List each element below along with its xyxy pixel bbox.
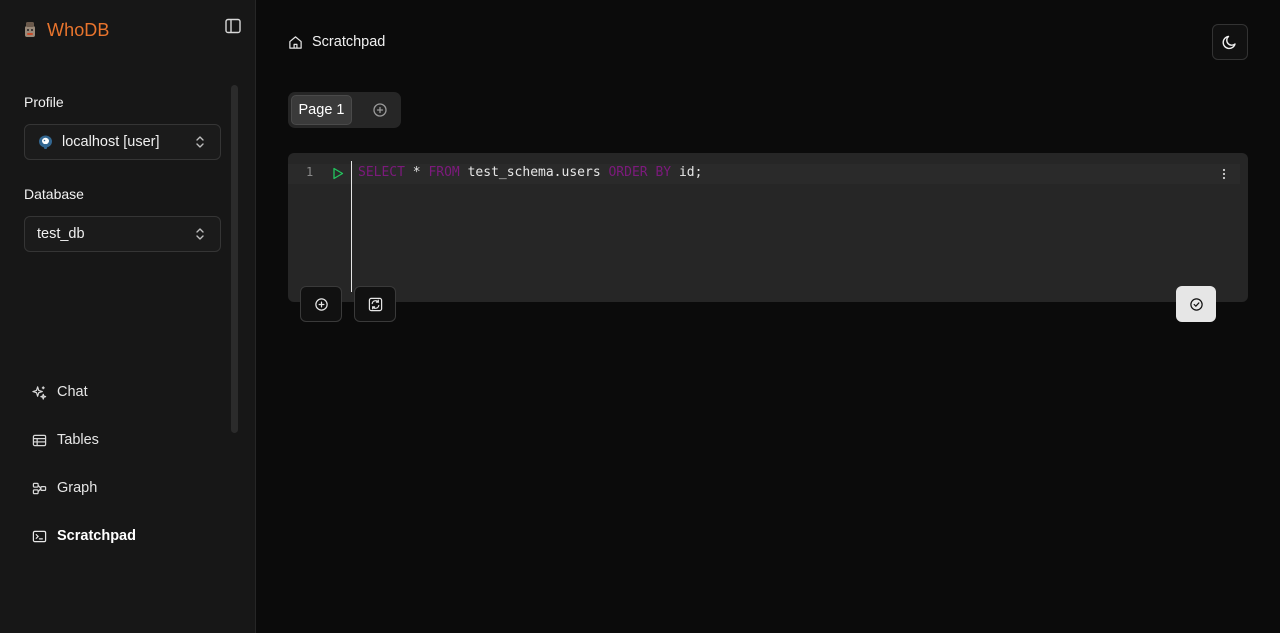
table-icon [32,434,47,446]
sidebar-item-label: Scratchpad [57,528,136,544]
sql-editor[interactable]: 1 SELECT * FROM test_schema.users ORDER … [288,153,1248,302]
breadcrumb-label: Scratchpad [312,34,386,50]
tab-page-1[interactable]: Page 1 [291,95,352,125]
profile-value: localhost [user] [62,134,160,150]
sql-keyword: ORDER BY [608,165,672,180]
home-icon [289,35,302,49]
breadcrumb[interactable]: Scratchpad [288,32,385,52]
theme-toggle-button[interactable] [1212,24,1248,60]
graph-icon [32,482,47,494]
sidebar-item-tables[interactable]: Tables [24,422,234,458]
sparkles-icon [32,385,47,400]
sidebar-item-label: Graph [57,480,98,496]
sidebar-toggle-icon[interactable] [224,17,242,35]
terminal-icon [32,530,47,542]
add-cell-button[interactable] [300,286,342,322]
sidebar-item-label: Chat [57,384,88,400]
postgres-icon [39,135,52,149]
database-label: Database [24,186,84,202]
app-root: WhoDB Profile localhost [user] Database … [0,0,1280,633]
sql-operator: * [412,165,421,180]
whodb-logo-icon [25,22,35,37]
sql-identifier: test_schema.users [467,165,601,180]
gutter-separator [351,161,352,292]
plus-circle-icon [314,297,328,311]
sidebar-item-scratchpad[interactable]: Scratchpad [24,518,234,554]
profile-select[interactable]: localhost [user] [24,124,221,160]
line-number: 1 [306,165,314,179]
refresh-icon [368,297,382,311]
sidebar: WhoDB Profile localhost [user] Database … [0,0,256,633]
more-vertical-icon[interactable] [1218,167,1230,181]
tab-label: Page 1 [298,102,345,118]
database-select[interactable]: test_db [24,216,221,252]
database-value: test_db [37,226,85,242]
sql-keyword: FROM [428,165,460,180]
sidebar-item-chat[interactable]: Chat [24,374,234,410]
run-line-icon[interactable] [332,167,344,180]
refresh-button[interactable] [354,286,396,322]
chevrons-up-down-icon [196,136,204,148]
app-name: WhoDB [47,19,110,40]
brand[interactable]: WhoDB [22,18,110,42]
profile-label: Profile [24,94,64,110]
code-line[interactable]: SELECT * FROM test_schema.users ORDER BY… [358,165,702,180]
chevrons-up-down-icon [196,228,204,240]
moon-icon [1222,35,1236,50]
add-page-icon[interactable] [372,102,388,118]
sidebar-item-label: Tables [57,432,99,448]
check-circle-icon [1189,297,1203,311]
sql-identifier: id; [678,165,703,180]
sql-keyword: SELECT [358,165,405,180]
sidebar-item-graph[interactable]: Graph [24,470,234,506]
page-tabs: Page 1 [288,92,401,128]
submit-query-button[interactable] [1176,286,1216,322]
